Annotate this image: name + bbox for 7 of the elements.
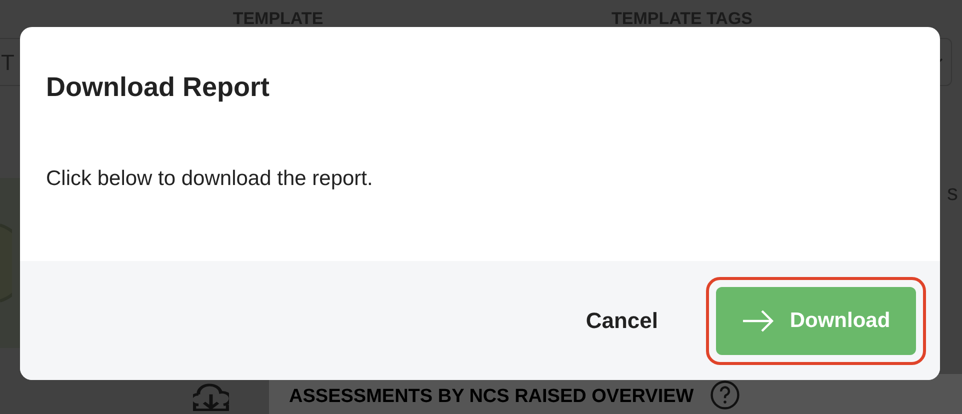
- cloud-download-icon: [193, 383, 229, 411]
- dialog-title: Download Report: [45, 71, 270, 104]
- dialog-message: Click below to download the report.: [45, 166, 374, 192]
- cancel-button[interactable]: Cancel: [574, 296, 670, 345]
- panel-title: ASSESSMENTS BY NCS RAISED OVERVIEW: [289, 385, 694, 409]
- arrow-right-icon: [742, 310, 774, 332]
- help-icon[interactable]: [710, 380, 740, 410]
